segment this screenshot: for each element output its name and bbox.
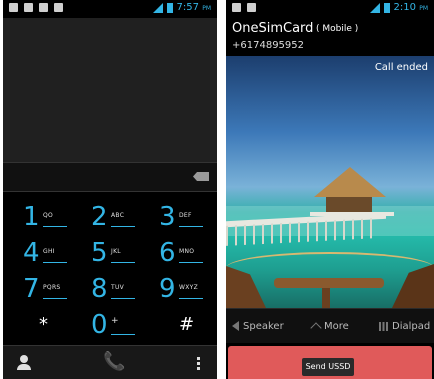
call-icon[interactable]: 📞 (103, 352, 125, 372)
dialpad: 1 QO 2 ABC 3 DEF 4 GHI 5 JKL 6 MNO 7 PQR… (3, 192, 217, 345)
notification-icon (9, 3, 18, 12)
caller-number-type: ( Mobile ) (316, 24, 359, 34)
dialer-screen: 7:57 PM 1 QO 2 ABC 3 DEF 4 GHI 5 JKL 6 M… (3, 0, 217, 379)
key-4[interactable]: 4 GHI (11, 236, 82, 274)
dialer-bottom-bar: 📞 (3, 345, 217, 379)
contacts-icon[interactable] (17, 355, 31, 371)
caller-photo: Call ended (226, 56, 434, 308)
delete-row (3, 162, 217, 192)
key-5[interactable]: 5 JKL (79, 236, 150, 274)
key-3[interactable]: 3 DEF (147, 200, 217, 238)
status-bar: 2:10 PM (226, 0, 434, 18)
status-clock: 7:57 PM (176, 2, 211, 13)
call-state: Call ended (374, 62, 428, 73)
dialpad-icon (379, 321, 388, 331)
key-9[interactable]: 9 WXYZ (147, 272, 217, 310)
caller-name: OneSimCard (232, 21, 314, 36)
caller-number: +6174895952 (232, 40, 305, 51)
key-hash[interactable]: # (147, 308, 217, 346)
usb-icon (24, 3, 33, 12)
warning-icon (39, 3, 48, 12)
chevron-up-icon (310, 322, 322, 334)
caller-info: OneSimCard ( Mobile ) +6174895952 (226, 18, 434, 56)
key-8[interactable]: 8 TUV (79, 272, 150, 310)
voicemail-label: QO (43, 212, 54, 219)
key-2[interactable]: 2 ABC (79, 200, 150, 238)
status-clock: 2:10 PM (393, 2, 428, 13)
call-actions: Speaker More Dialpad (226, 308, 434, 343)
number-display[interactable] (3, 18, 217, 162)
message-icon (232, 3, 241, 12)
battery-icon (383, 2, 390, 13)
status-bar: 7:57 PM (3, 0, 217, 18)
backspace-icon[interactable] (193, 172, 209, 181)
key-7[interactable]: 7 PQRS (11, 272, 82, 310)
more-button[interactable]: More (310, 309, 349, 343)
image-icon (247, 3, 256, 12)
incall-screen: 2:10 PM OneSimCard ( Mobile ) +617489595… (226, 0, 434, 379)
speaker-icon (232, 321, 239, 331)
key-0[interactable]: 0 + (79, 308, 150, 346)
signal-icon (369, 2, 380, 13)
key-star[interactable]: * (11, 308, 82, 346)
voicemail-icon (54, 3, 63, 12)
key-1[interactable]: 1 QO (11, 200, 82, 238)
overflow-menu-icon[interactable] (197, 357, 200, 372)
speaker-button[interactable]: Speaker (232, 309, 284, 343)
signal-icon (152, 2, 163, 13)
dialpad-button[interactable]: Dialpad (379, 309, 430, 343)
key-6[interactable]: 6 MNO (147, 236, 217, 274)
send-ussd-toast: Send USSD (302, 358, 354, 376)
battery-icon (166, 2, 173, 13)
